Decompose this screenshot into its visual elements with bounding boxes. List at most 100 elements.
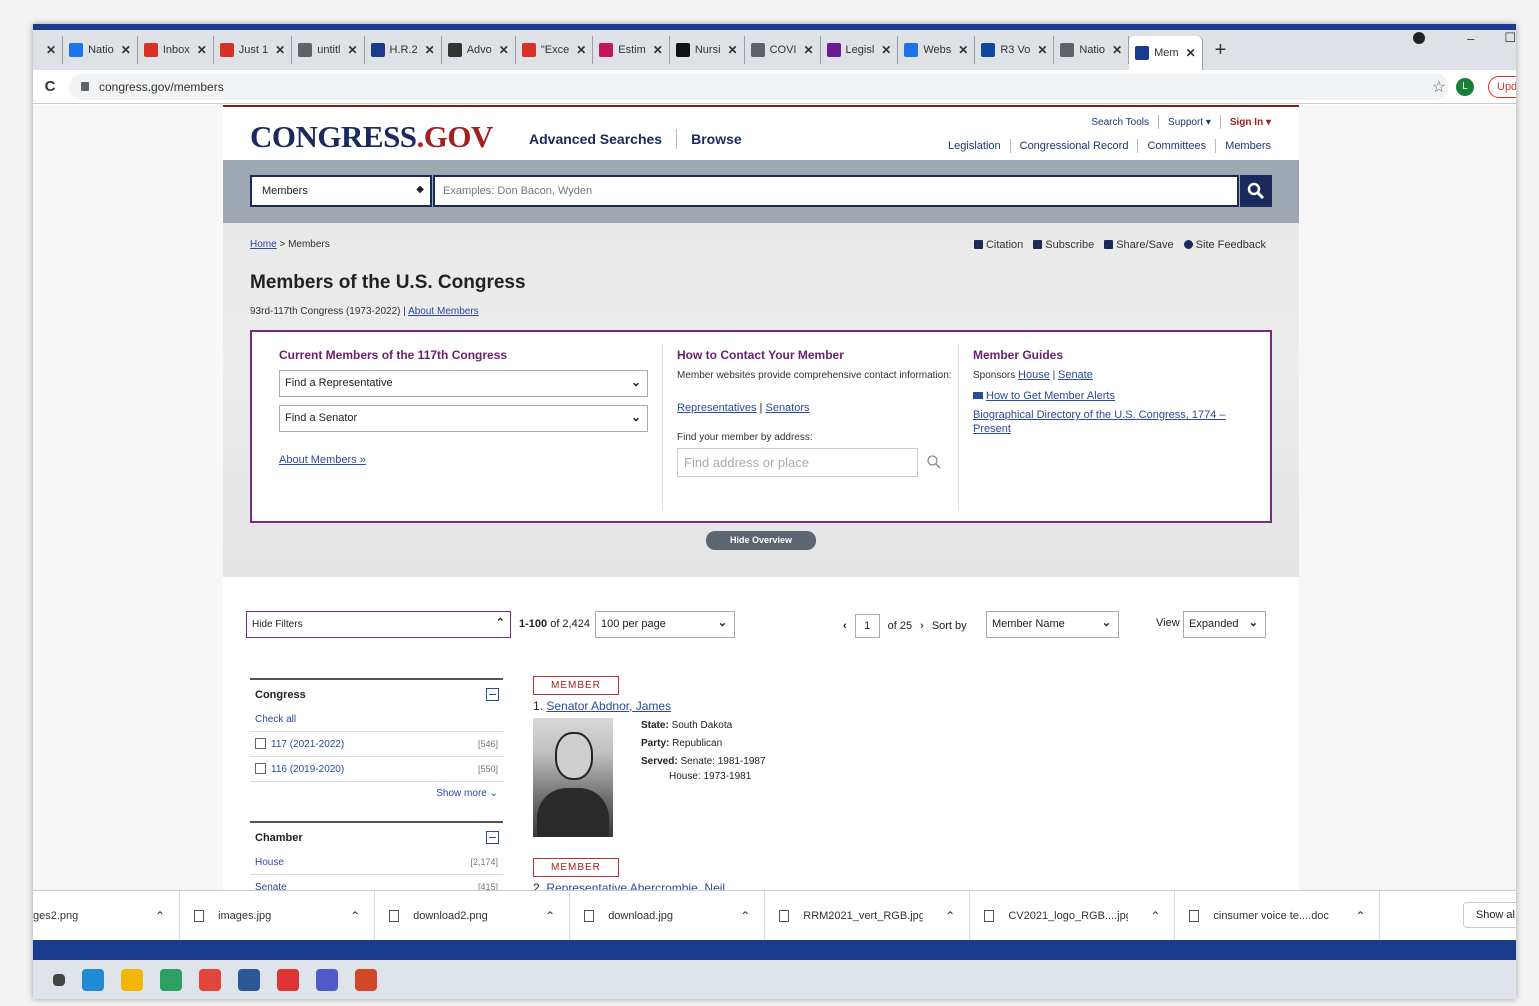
word-icon[interactable]	[238, 968, 260, 991]
teams-icon[interactable]	[316, 968, 338, 991]
member-name-link[interactable]: Senator Abdnor, James	[546, 699, 671, 713]
chrome-icon[interactable]	[199, 968, 221, 991]
search-scope-select[interactable]: Members ◆	[250, 175, 432, 207]
browser-tab[interactable]: H.R.2 ✕	[365, 36, 442, 64]
site-feedback-link[interactable]: Site Feedback	[1183, 239, 1266, 251]
minimize-icon[interactable]: –	[1467, 31, 1474, 46]
chevron-up-icon[interactable]: ⌃	[945, 909, 955, 923]
nav-congressional-record[interactable]: Congressional Record	[1020, 140, 1129, 152]
powerpoint-icon[interactable]	[355, 968, 377, 991]
avatar[interactable]: L	[1456, 77, 1474, 96]
prev-page-icon[interactable]: ‹	[843, 620, 847, 632]
download-item[interactable]: ges2.png ⌃	[33, 890, 181, 941]
search-tools-link[interactable]: Search Tools	[1091, 117, 1149, 128]
close-tab-icon[interactable]: ✕	[425, 43, 435, 57]
browser-tab[interactable]: Estim ✕	[593, 36, 670, 64]
nav-committees[interactable]: Committees	[1147, 140, 1206, 152]
close-tab-icon[interactable]: ✕	[1112, 43, 1122, 57]
nav-members[interactable]: Members	[1225, 140, 1271, 152]
close-tab-icon[interactable]: ✕	[653, 43, 663, 57]
download-item[interactable]: cinsumer voice te....doc ⌃	[1175, 890, 1381, 941]
chevron-up-icon[interactable]: ⌃	[545, 909, 555, 923]
edge-icon[interactable]	[82, 968, 104, 991]
subscribe-link[interactable]: Subscribe	[1033, 239, 1094, 251]
site-logo[interactable]: CONGRESS.GOV	[250, 119, 493, 155]
next-page-icon[interactable]: ›	[920, 620, 924, 632]
checkbox[interactable]	[255, 763, 266, 774]
close-tab-icon[interactable]: ✕	[197, 43, 207, 57]
member-photo[interactable]	[533, 718, 613, 837]
search-button[interactable]	[1240, 175, 1272, 207]
chevron-up-icon[interactable]: ⌃	[155, 909, 165, 923]
breadcrumb-home[interactable]: Home	[250, 239, 277, 250]
browser-tab[interactable]: "Exce ✕	[516, 36, 594, 64]
browser-tab[interactable]: Advo ✕	[442, 36, 516, 64]
download-item[interactable]: CV2021_logo_RGB....jpg ⌃	[970, 890, 1176, 941]
chevron-up-icon[interactable]: ⌃	[1355, 909, 1365, 923]
bookmark-star-icon[interactable]: ☆	[1432, 77, 1446, 97]
browser-tab[interactable]: Mem ✕	[1129, 36, 1203, 70]
chevron-up-icon[interactable]: ⌃	[1150, 909, 1160, 923]
download-item[interactable]: RRM2021_vert_RGB.jpg ⌃	[765, 890, 971, 941]
browser-tab[interactable]: Nursi ✕	[670, 36, 745, 64]
download-item[interactable]: images.jpg ⌃	[180, 890, 376, 941]
collapse-icon[interactable]	[486, 831, 499, 844]
update-button[interactable]: Upd	[1488, 75, 1516, 98]
chevron-up-icon[interactable]: ⌃	[740, 909, 750, 923]
new-tab-icon[interactable]: +	[1215, 39, 1227, 62]
nav-legislation[interactable]: Legislation	[948, 140, 1001, 152]
hide-overview-button[interactable]: Hide Overview	[706, 531, 816, 550]
maximize-icon[interactable]: ☐	[1504, 30, 1516, 46]
close-tab-icon[interactable]: ✕	[121, 43, 131, 57]
chevron-up-icon[interactable]: ⌃	[350, 909, 360, 923]
filter-row-house[interactable]: House [2,174]	[250, 850, 503, 875]
sort-select[interactable]: Member Name ⌄	[986, 611, 1119, 638]
check-all-link[interactable]: Check all	[250, 707, 503, 732]
close-tab-icon[interactable]: ✕	[728, 43, 738, 57]
address-input[interactable]: Find address or place	[677, 448, 918, 477]
file-explorer-icon[interactable]	[121, 968, 143, 991]
find-representative-select[interactable]: Find a Representative ⌄	[279, 370, 648, 397]
close-tab-icon[interactable]: ✕	[46, 43, 56, 57]
house-sponsors-link[interactable]: House	[1018, 369, 1050, 381]
close-tab-icon[interactable]: ✕	[275, 43, 285, 57]
show-all-button[interactable]: Show al	[1462, 902, 1516, 928]
find-senator-select[interactable]: Find a Senator ⌄	[279, 405, 648, 432]
app-icon[interactable]	[160, 968, 182, 991]
close-tab-icon[interactable]: ✕	[1037, 43, 1047, 57]
about-members-more-link[interactable]: About Members »	[279, 454, 366, 466]
browser-tab[interactable]: Inbox ✕	[138, 36, 214, 64]
search-icon[interactable]	[926, 454, 942, 470]
profile-icon[interactable]	[1413, 32, 1426, 44]
view-select[interactable]: Expanded ⌄	[1183, 611, 1266, 638]
bio-directory-link[interactable]: Biographical Directory of the U.S. Congr…	[973, 409, 1226, 435]
senate-sponsors-link[interactable]: Senate	[1058, 369, 1093, 381]
close-tab-icon[interactable]: ✕	[1186, 46, 1196, 60]
support-menu[interactable]: Support ▾	[1168, 117, 1211, 128]
filter-row-117[interactable]: 117 (2021-2022) [546]	[250, 732, 503, 757]
url-field[interactable]: congress.gov/members	[69, 73, 1449, 100]
member-alerts-link[interactable]: How to Get Member Alerts	[986, 390, 1115, 402]
senators-link[interactable]: Senators	[765, 402, 809, 414]
browser-tab[interactable]: untitl ✕	[292, 36, 365, 64]
nav-browse[interactable]: Browse	[691, 131, 742, 147]
page-input[interactable]: 1	[854, 613, 880, 638]
close-tab-icon[interactable]: ✕	[881, 43, 891, 57]
share-save-link[interactable]: Share/Save	[1104, 239, 1174, 251]
tab-partial[interactable]: ✕	[33, 36, 64, 64]
close-tab-icon[interactable]: ✕	[803, 43, 813, 57]
filter-row-116[interactable]: 116 (2019-2020) [550]	[250, 757, 503, 782]
nav-advanced-searches[interactable]: Advanced Searches	[529, 131, 662, 147]
browser-tab[interactable]: Natio ✕	[1054, 36, 1130, 64]
close-tab-icon[interactable]: ✕	[499, 43, 509, 57]
member-name-link[interactable]: Representative Abercrombie, Neil	[546, 881, 725, 890]
browser-tab[interactable]: Webs ✕	[898, 36, 976, 64]
download-item[interactable]: download2.png ⌃	[375, 890, 571, 941]
search-input[interactable]: Examples: Don Bacon, Wyden	[433, 175, 1239, 207]
checkbox[interactable]	[255, 738, 266, 749]
hide-filters-toggle[interactable]: Hide Filters ⌃	[246, 611, 511, 638]
acrobat-icon[interactable]	[277, 968, 299, 991]
close-tab-icon[interactable]: ✕	[958, 43, 968, 57]
browser-tab[interactable]: Just 1 ✕	[214, 36, 293, 64]
browser-tab[interactable]: Legisl ✕	[821, 36, 899, 64]
